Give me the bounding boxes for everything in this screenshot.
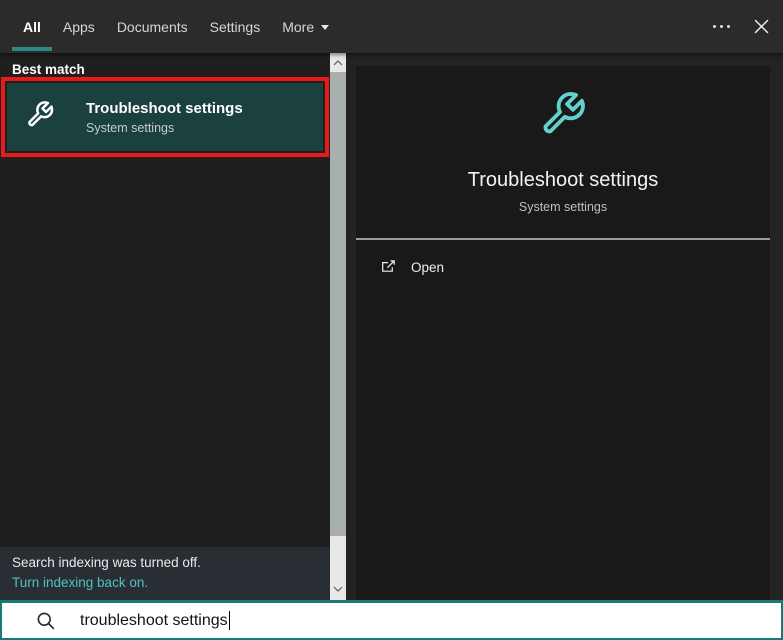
annotation-red-box: Troubleshoot settings System settings [1, 77, 329, 157]
result-title: Troubleshoot settings [86, 99, 243, 117]
indexing-message: Search indexing was turned off. [12, 555, 201, 570]
tab-apps-label: Apps [62, 18, 95, 35]
close-icon[interactable] [754, 19, 769, 34]
tab-settings[interactable]: Settings [199, 0, 272, 53]
tab-all[interactable]: All [12, 0, 52, 53]
results-panel: Best match Troubleshoot settings System … [0, 53, 330, 600]
tab-more[interactable]: More [271, 0, 340, 53]
text-caret [228, 611, 231, 630]
tab-more-label: More [282, 18, 315, 35]
indexing-link[interactable]: Turn indexing back on. [12, 575, 318, 590]
preview-divider [356, 238, 770, 240]
indexing-notice: Search indexing was turned off. Turn ind… [0, 547, 330, 600]
preview-title: Troubleshoot settings [467, 169, 659, 191]
preview-subtitle: System settings [518, 200, 608, 214]
search-filter-bar: All Apps Documents Settings More [0, 0, 783, 53]
scroll-up-button[interactable] [330, 53, 346, 72]
best-match-result[interactable]: Troubleshoot settings System settings [7, 83, 323, 151]
scrollbar-thumb[interactable] [330, 72, 346, 536]
results-scrollbar[interactable] [330, 53, 346, 600]
wrench-icon [20, 97, 60, 137]
chevron-up-icon [333, 59, 343, 65]
tab-all-label: All [23, 18, 41, 35]
result-subtitle: System settings [86, 120, 175, 135]
topbar-actions [711, 0, 769, 53]
preview-panel: Troubleshoot settings System settings Op… [356, 66, 770, 600]
tab-apps[interactable]: Apps [52, 0, 106, 53]
wrench-icon [530, 85, 596, 151]
scroll-down-button[interactable] [330, 579, 346, 598]
open-external-icon [380, 259, 397, 275]
search-query-text: troubleshoot settings [80, 611, 228, 629]
search-input[interactable]: troubleshoot settings [0, 600, 783, 640]
magnifier-icon [36, 611, 56, 631]
open-action-label: Open [411, 259, 445, 275]
best-match-heading: Best match [12, 62, 85, 77]
tab-documents-label: Documents [116, 18, 188, 35]
filter-tabs: All Apps Documents Settings More [12, 0, 340, 53]
chevron-down-icon [321, 25, 330, 30]
chevron-down-icon [333, 586, 343, 592]
tab-settings-label: Settings [209, 18, 261, 35]
ellipsis-icon[interactable] [711, 19, 732, 34]
tab-documents[interactable]: Documents [106, 0, 199, 53]
open-action[interactable]: Open [380, 259, 444, 275]
